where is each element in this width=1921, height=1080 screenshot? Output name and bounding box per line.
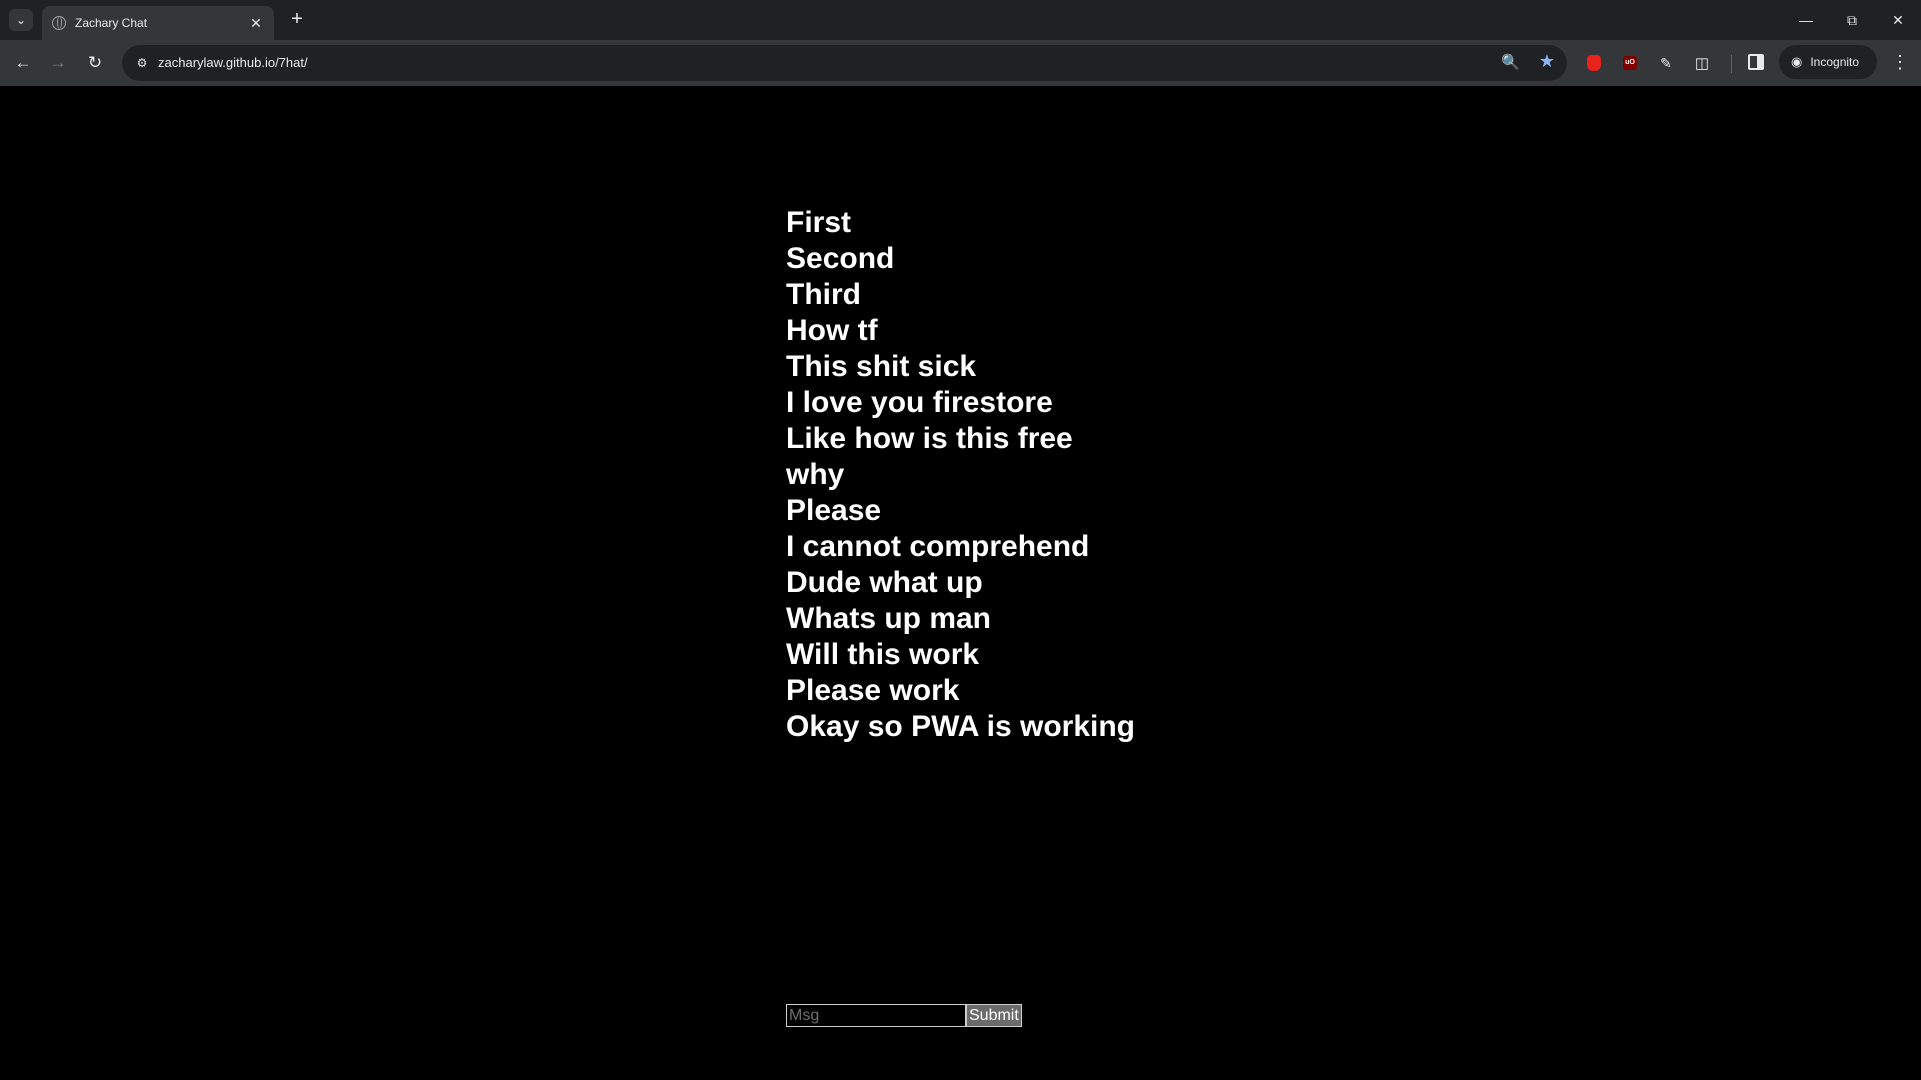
incognito-button[interactable]: ◉ Incognito: [1779, 45, 1877, 79]
page-content: First Second Third How tf This shit sick I lo…: [0, 86, 1921, 1080]
close-icon[interactable]: ✕: [248, 15, 264, 32]
submit-button[interactable]: Submit: [966, 1004, 1022, 1027]
message-item: Will this work: [786, 638, 980, 671]
message-item: I love you firestore: [786, 386, 1053, 419]
message-item: First: [786, 206, 852, 239]
message-item: How tf: [786, 314, 878, 347]
star-icon[interactable]: ★: [1539, 51, 1555, 72]
tab-title: Zachary Chat: [75, 16, 148, 30]
toolbar-divider: [1731, 55, 1732, 73]
puzzle-icon[interactable]: ◫: [1691, 52, 1713, 74]
browser-chrome: ⌄ Zachary Chat ✕ + — ⧉ ✕ ← → ↻ ⚙ zachary…: [0, 0, 1921, 86]
tune-icon[interactable]: ⚙: [132, 53, 152, 73]
pen-icon[interactable]: ✎: [1655, 52, 1677, 74]
arrow-right-icon[interactable]: →: [46, 51, 70, 75]
restore-icon[interactable]: ⧉: [1829, 0, 1875, 40]
message-item: I cannot comprehend: [786, 530, 1090, 563]
toolbar: ← → ↻ ⚙ zacharylaw.github.io/7hat/ 🔍 ★ u…: [0, 40, 1921, 86]
window-close-icon[interactable]: ✕: [1875, 0, 1921, 40]
zoom-icon[interactable]: 🔍: [1501, 53, 1520, 71]
plus-icon[interactable]: +: [285, 8, 309, 32]
message-item: This shit sick: [786, 350, 977, 383]
incognito-label: Incognito: [1810, 55, 1860, 69]
tab-strip: ⌄ Zachary Chat ✕ + — ⧉ ✕: [0, 0, 1921, 40]
message-item: Dude what up: [786, 566, 983, 599]
message-input[interactable]: [786, 1004, 966, 1027]
globe-icon: [52, 16, 66, 30]
ublock-icon[interactable]: uO: [1619, 52, 1641, 74]
message-item: Okay so PWA is working: [786, 710, 1135, 743]
chevron-down-icon[interactable]: ⌄: [9, 9, 33, 31]
message-item: Third: [786, 278, 861, 311]
message-form: Submit: [786, 1004, 1022, 1027]
message-item: Whats up man: [786, 602, 992, 635]
message-item: Please: [786, 494, 882, 527]
message-item: Second: [786, 242, 895, 275]
message-item: Like how is this free: [786, 422, 1073, 455]
message-list: First Second Third How tf This shit sick I lo…: [786, 205, 1135, 745]
reload-icon[interactable]: ↻: [83, 51, 107, 75]
tab-active[interactable]: Zachary Chat ✕: [42, 6, 274, 40]
incognito-icon: ◉: [1791, 54, 1803, 69]
address-bar[interactable]: ⚙ zacharylaw.github.io/7hat/ 🔍 ★: [122, 45, 1567, 81]
url-text[interactable]: zacharylaw.github.io/7hat/: [158, 55, 308, 70]
minimize-icon[interactable]: —: [1783, 0, 1829, 40]
kebab-menu-icon[interactable]: ⋮: [1891, 52, 1909, 72]
message-item: Please work: [786, 674, 960, 707]
side-panel-icon[interactable]: [1748, 54, 1764, 70]
message-item: why: [786, 458, 845, 491]
arrow-left-icon[interactable]: ←: [11, 51, 35, 75]
extension-red-icon[interactable]: [1583, 52, 1605, 74]
